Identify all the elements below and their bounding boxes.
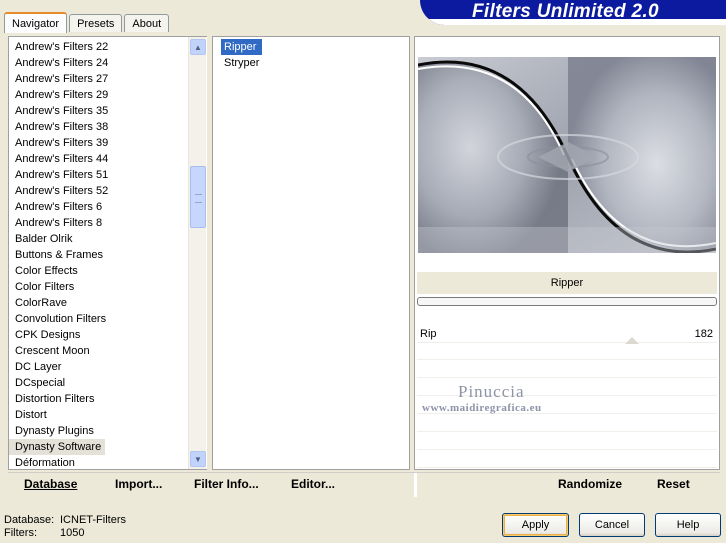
current-filter-label: Ripper bbox=[417, 272, 717, 294]
filter-info-button[interactable]: Filter Info... bbox=[194, 477, 259, 491]
category-item[interactable]: Déformation bbox=[9, 455, 189, 471]
brand-title: Filters Unlimited 2.0 bbox=[472, 1, 659, 22]
category-item[interactable]: Andrew's Filters 52 bbox=[9, 183, 189, 199]
filters-count-label: Filters: bbox=[4, 527, 37, 539]
randomize-button[interactable]: Randomize bbox=[558, 477, 622, 491]
preview-panel: Ripper Rip 182 Pinuccia www.maidiregrafi… bbox=[414, 36, 720, 470]
progress-bar bbox=[417, 297, 717, 306]
filters-count-value: 1050 bbox=[60, 527, 85, 539]
category-item[interactable]: Balder Olrik bbox=[9, 231, 189, 247]
filter-item[interactable]: Ripper bbox=[221, 39, 263, 55]
param-slot-empty bbox=[417, 434, 717, 450]
category-item[interactable]: ColorRave bbox=[9, 295, 189, 311]
category-item[interactable]: DC Layer bbox=[9, 359, 189, 375]
category-item[interactable]: Color Effects bbox=[9, 263, 189, 279]
reset-button[interactable]: Reset bbox=[657, 477, 690, 491]
category-item[interactable]: CPK Designs bbox=[9, 327, 189, 343]
filter-item[interactable]: Stryper bbox=[221, 55, 262, 71]
tab-navigator[interactable]: Navigator bbox=[4, 12, 68, 33]
import-button[interactable]: Import... bbox=[115, 477, 162, 491]
param-slot-empty bbox=[417, 362, 717, 378]
category-item[interactable]: Andrew's Filters 6 bbox=[9, 199, 189, 215]
scroll-up-button[interactable]: ▲ bbox=[190, 39, 206, 55]
cancel-button[interactable]: Cancel bbox=[579, 513, 645, 537]
scroll-down-button[interactable]: ▼ bbox=[190, 451, 206, 467]
chevron-down-icon: ▼ bbox=[194, 454, 202, 464]
tab-strip: Navigator Presets About bbox=[4, 10, 171, 33]
database-value: ICNET-Filters bbox=[60, 514, 126, 526]
apply-button[interactable]: Apply bbox=[502, 513, 569, 537]
category-item[interactable]: Dynasty Software bbox=[9, 439, 105, 455]
category-item[interactable]: Andrew's Filters 29 bbox=[9, 87, 189, 103]
category-item[interactable]: Dynasty Plugins bbox=[9, 423, 189, 439]
database-label: Database: bbox=[4, 514, 55, 526]
category-item[interactable]: Convolution Filters bbox=[9, 311, 189, 327]
param-name: Rip bbox=[420, 328, 437, 340]
filter-list-panel: Ripper Stryper bbox=[212, 36, 410, 470]
param-value: 182 bbox=[694, 328, 713, 340]
status-info: Database: ICNET-Filters Filters: 1050 bbox=[4, 514, 126, 540]
category-item[interactable]: Distortion Filters bbox=[9, 391, 189, 407]
category-item[interactable]: Andrew's Filters 38 bbox=[9, 119, 189, 135]
category-item[interactable]: Andrew's Filters 51 bbox=[9, 167, 189, 183]
category-item[interactable]: Andrew's Filters 24 bbox=[9, 55, 189, 71]
category-item[interactable]: Distort bbox=[9, 407, 189, 423]
category-item[interactable]: Andrew's Filters 27 bbox=[9, 71, 189, 87]
category-item[interactable]: Andrew's Filters 8 bbox=[9, 215, 189, 231]
category-item[interactable]: Andrew's Filters 35 bbox=[9, 103, 189, 119]
category-list-panel: Andrew's Filters 22 Andrew's Filters 24 An… bbox=[8, 36, 207, 470]
tab-presets[interactable]: Presets bbox=[69, 14, 123, 32]
category-list: Andrew's Filters 22 Andrew's Filters 24 An… bbox=[9, 39, 189, 471]
toolbar-divider bbox=[414, 473, 417, 497]
param-slot-empty bbox=[417, 344, 717, 360]
chevron-up-icon: ▲ bbox=[194, 42, 202, 52]
watermark: Pinuccia www.maidiregrafica.eu bbox=[422, 382, 542, 414]
bottom-toolbar: Database Import... Filter Info... Editor… bbox=[8, 472, 720, 497]
preview-image bbox=[418, 57, 716, 253]
database-button[interactable]: Database bbox=[24, 477, 77, 491]
category-item[interactable]: Crescent Moon bbox=[9, 343, 189, 359]
watermark-url: www.maidiregrafica.eu bbox=[422, 402, 542, 414]
category-scrollbar[interactable]: ▲ ▼ bbox=[188, 37, 206, 469]
preview-image-graphic bbox=[418, 57, 716, 253]
param-slider-rip[interactable]: Rip 182 bbox=[417, 327, 717, 344]
param-slot-empty bbox=[417, 452, 717, 468]
watermark-name: Pinuccia bbox=[458, 382, 525, 401]
filter-list: Ripper Stryper bbox=[221, 39, 263, 71]
brand-banner: Filters Unlimited 2.0 bbox=[420, 0, 726, 25]
category-item[interactable]: Buttons & Frames bbox=[9, 247, 189, 263]
tab-about[interactable]: About bbox=[124, 14, 170, 32]
category-item[interactable]: Andrew's Filters 44 bbox=[9, 151, 189, 167]
editor-button[interactable]: Editor... bbox=[291, 477, 335, 491]
category-item[interactable]: Andrew's Filters 39 bbox=[9, 135, 189, 151]
category-item[interactable]: Color Filters bbox=[9, 279, 189, 295]
slider-marker-icon[interactable] bbox=[625, 337, 639, 344]
category-item[interactable]: Andrew's Filters 22 bbox=[9, 39, 189, 55]
scroll-thumb[interactable] bbox=[190, 166, 206, 228]
category-item[interactable]: DCspecial bbox=[9, 375, 189, 391]
param-slot-empty bbox=[417, 416, 717, 432]
help-button[interactable]: Help bbox=[655, 513, 721, 537]
